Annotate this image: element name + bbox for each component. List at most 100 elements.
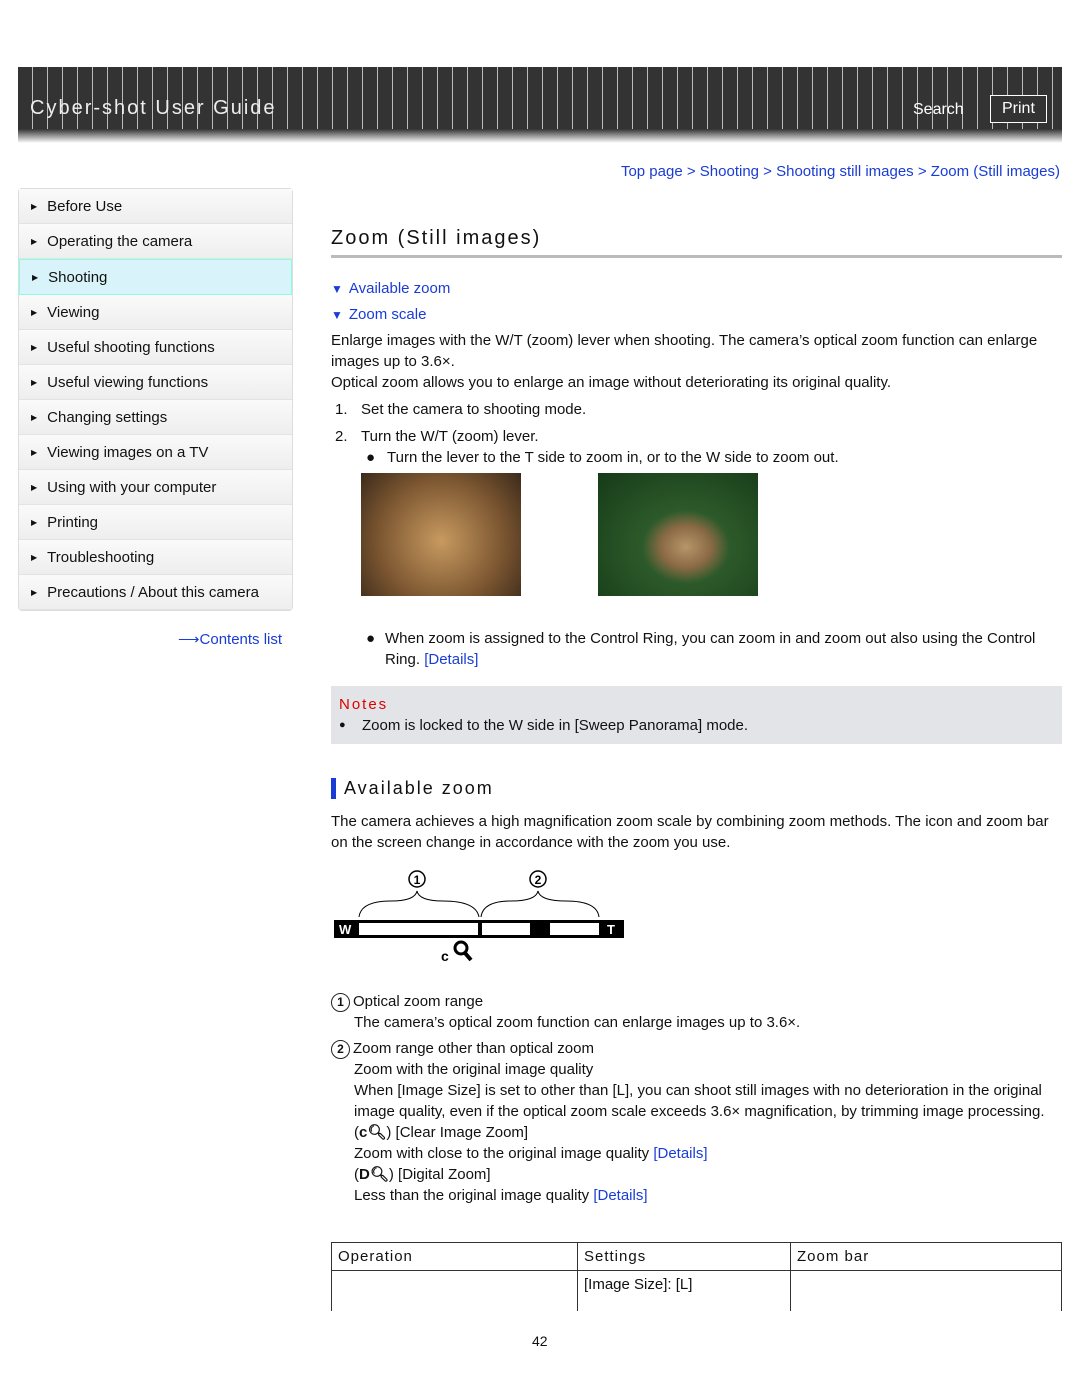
triangle-right-icon: ▶ — [31, 307, 38, 317]
anchor-zoom-scale[interactable]: Zoom scale — [349, 306, 427, 323]
item1-text: The camera’s optical zoom function can e… — [354, 1014, 801, 1031]
intro-text: Enlarge images with the W/T (zoom) lever… — [331, 332, 1038, 370]
header-banner: Cyber-shot User Guide Search Print — [18, 67, 1062, 143]
notes-title: Notes — [339, 696, 389, 713]
sidebar-item[interactable]: ▶ Viewing images on a TV — [19, 435, 292, 470]
note-text: Zoom is locked to the W side in [Sweep P… — [362, 717, 749, 734]
triangle-right-icon: ▶ — [31, 412, 38, 422]
intro-text-2: Optical zoom allows you to enlarge an im… — [331, 374, 892, 391]
item2-title: Zoom range other than optical zoom — [353, 1040, 594, 1057]
cell — [331, 1270, 578, 1311]
step-text: Set the camera to shooting mode. — [361, 401, 587, 418]
w-label: W — [339, 922, 352, 937]
zoom-bar-diagram: 1 2 W T c — [334, 870, 624, 964]
sidebar-item[interactable]: ▶ Operating the camera — [19, 224, 292, 259]
main-content: Zoom (Still images) ▼ Available zoom ▼ Zoo… — [331, 228, 1062, 1311]
clear-zoom-label: ) [Clear Image Zoom] — [386, 1124, 529, 1141]
label-2: 2 — [535, 873, 542, 887]
triangle-right-icon: ▶ — [31, 517, 38, 527]
details-link[interactable]: [Details] — [593, 1187, 647, 1204]
bullet-icon: ● — [366, 449, 376, 466]
label-1: 1 — [414, 873, 421, 887]
sidebar: ▶ Before Use ▶ Operating the camera ▶ Shootin… — [18, 188, 293, 611]
page-number: 42 — [532, 1333, 548, 1349]
sidebar-item[interactable]: ▶ Precautions / About this camera — [19, 575, 292, 610]
sidebar-item[interactable]: ▶ Troubleshooting — [19, 540, 292, 575]
triangle-down-icon: ▼ — [331, 308, 343, 322]
th-zoom-bar: Zoom bar — [790, 1242, 1062, 1271]
circle-2-icon: 2 — [331, 1040, 350, 1059]
sidebar-item[interactable]: ▶ Using with your computer — [19, 470, 292, 505]
triangle-right-icon: ▶ — [31, 342, 38, 352]
digital-zoom-icon: D🔍︎ — [359, 1166, 389, 1183]
notes-box: Notes ● Zoom is locked to the W side in [… — [331, 686, 1062, 744]
triangle-right-icon: ▶ — [31, 377, 38, 387]
section-text: The camera achieves a high magnification… — [331, 813, 1049, 851]
sidebar-item-label: Useful shooting functions — [47, 338, 215, 356]
sidebar-item-label: Before Use — [47, 197, 123, 215]
zoom-table: Operation Settings Zoom bar [Image Size]: … — [331, 1242, 1062, 1311]
bullet-text: When zoom is assigned to the Control Rin… — [385, 630, 1036, 668]
sidebar-item-label: Precautions / About this camera — [47, 583, 259, 601]
step-number: 1. — [335, 401, 348, 418]
sidebar-item[interactable]: ▶ Shooting — [19, 259, 292, 295]
triangle-right-icon: ▶ — [32, 272, 39, 282]
brace-1 — [358, 890, 480, 918]
c-label: c — [441, 948, 449, 964]
print-button[interactable]: Print — [990, 95, 1047, 123]
triangle-right-icon: ▶ — [31, 236, 38, 246]
digital-zoom-text: Less than the original image quality — [354, 1187, 590, 1204]
digital-zoom-label: ) [Digital Zoom] — [388, 1166, 491, 1183]
sidebar-item-label: Useful viewing functions — [47, 373, 209, 391]
th-operation: Operation — [331, 1242, 578, 1271]
breadcrumb-still[interactable]: Shooting still images — [776, 163, 914, 180]
step-number: 2. — [335, 428, 348, 445]
sidebar-item[interactable]: ▶ Viewing — [19, 295, 292, 330]
breadcrumb-current[interactable]: Zoom (Still images) — [931, 163, 1060, 180]
anchor-available-zoom[interactable]: Available zoom — [349, 280, 450, 297]
triangle-right-icon: ▶ — [31, 201, 38, 211]
triangle-right-icon: ▶ — [31, 447, 38, 457]
sidebar-item-label: Changing settings — [47, 408, 168, 426]
search-button[interactable]: Search — [913, 101, 964, 119]
app-title: Cyber-shot User Guide — [30, 97, 277, 119]
cell — [790, 1270, 1062, 1311]
sidebar-item-label: Shooting — [48, 268, 108, 286]
circle-1-icon: 1 — [331, 993, 350, 1012]
details-link[interactable]: [Details] — [424, 651, 478, 668]
item2-a: Zoom with the original image quality — [354, 1061, 594, 1078]
bullet-icon: ● — [366, 630, 376, 647]
details-link[interactable]: [Details] — [653, 1145, 707, 1162]
section-heading: Available zoom — [331, 778, 1062, 799]
arrow-right-icon: ⟶ — [178, 631, 200, 648]
cat-wide-image — [598, 473, 758, 596]
sidebar-item[interactable]: ▶ Useful viewing functions — [19, 365, 292, 400]
sidebar-item[interactable]: ▶ Changing settings — [19, 400, 292, 435]
triangle-right-icon: ▶ — [31, 552, 38, 562]
cell: [Image Size]: [L] — [577, 1270, 791, 1311]
sidebar-item[interactable]: ▶ Useful shooting functions — [19, 330, 292, 365]
sidebar-item-label: Operating the camera — [47, 232, 193, 250]
magnifier-icon — [453, 940, 473, 962]
th-settings: Settings — [577, 1242, 791, 1271]
sidebar-item-label: Viewing — [47, 303, 100, 321]
bullet-text: Turn the lever to the T side to zoom in,… — [387, 449, 839, 466]
breadcrumb-top[interactable]: Top page — [621, 163, 683, 180]
page-title: Zoom (Still images) — [331, 228, 1062, 258]
sidebar-item-label: Printing — [47, 513, 99, 531]
sidebar-item[interactable]: ▶ Before Use — [19, 189, 292, 224]
cat-closeup-image — [361, 473, 521, 596]
bullet-icon: ● — [339, 719, 346, 731]
triangle-right-icon: ▶ — [31, 482, 38, 492]
clear-zoom-icon: c🔍︎ — [359, 1124, 387, 1141]
contents-list-link[interactable]: ⟶Contents list — [178, 630, 282, 648]
triangle-down-icon: ▼ — [331, 282, 343, 296]
sidebar-item[interactable]: ▶ Printing — [19, 505, 292, 540]
sidebar-item-label: Troubleshooting — [47, 548, 155, 566]
brace-2 — [480, 890, 600, 918]
breadcrumb-shooting[interactable]: Shooting — [700, 163, 759, 180]
sidebar-item-label: Using with your computer — [47, 478, 217, 496]
t-label: T — [607, 922, 615, 937]
step-text: Turn the W/T (zoom) lever. — [361, 428, 539, 445]
clear-zoom-text: Zoom with close to the original image qu… — [354, 1145, 650, 1162]
